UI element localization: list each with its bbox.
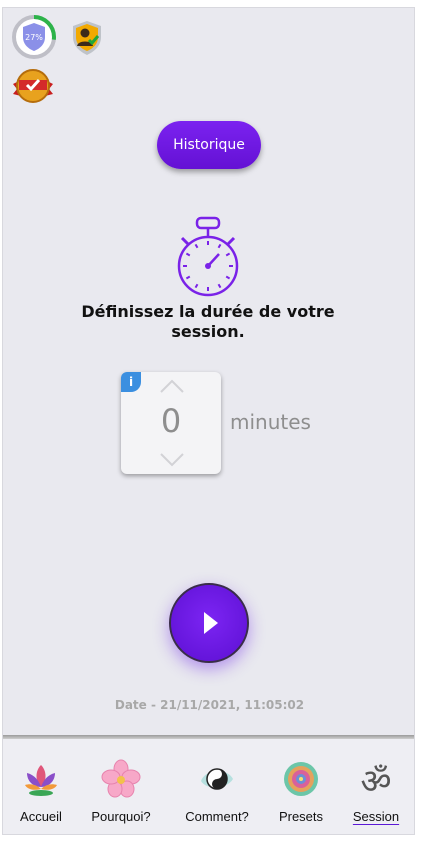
svg-text:ॐ: ॐ: [360, 762, 391, 799]
nav-item-accueil[interactable]: Accueil: [1, 753, 81, 824]
chevron-down-icon[interactable]: [159, 452, 185, 468]
lotus-icon: [25, 765, 57, 796]
stopwatch-icon: [175, 216, 241, 300]
mandala-icon: [284, 762, 318, 796]
duration-picker[interactable]: i 0: [121, 372, 221, 474]
duration-unit: minutes: [230, 410, 311, 434]
session-date: Date - 21/11/2021, 11:05:02: [114, 698, 305, 712]
duration-prompt: Définissez la durée de votre session.: [81, 302, 335, 341]
nav-item-comment[interactable]: Comment?: [177, 753, 257, 824]
flower-icon: [101, 759, 141, 798]
nav-item-pourquoi[interactable]: Pourquoi?: [81, 753, 161, 824]
start-session-button[interactable]: [169, 583, 249, 663]
nav-label: Presets: [278, 809, 324, 824]
nav-label: Session: [352, 809, 400, 824]
bottom-navigation: Accueil Pourquoi? Comment? Presets ॐ Ses…: [3, 739, 414, 834]
user-check-badge-icon: [73, 21, 101, 55]
shield-progress-icon: 27%: [12, 15, 56, 59]
info-icon[interactable]: i: [121, 372, 141, 392]
yin-yang-icon: [201, 768, 233, 790]
play-icon: [204, 612, 218, 634]
nav-label: Accueil: [20, 809, 62, 824]
user-badge[interactable]: [71, 20, 103, 56]
progress-text: 27%: [25, 33, 43, 42]
app-frame: 27% Historique Définissez la durée de vo…: [2, 7, 415, 835]
duration-value[interactable]: 0: [121, 402, 221, 440]
nav-item-session[interactable]: ॐ Session: [336, 753, 416, 824]
nav-label: Pourquoi?: [91, 809, 151, 824]
award-ribbon-icon: [13, 69, 53, 103]
nav-label: Comment?: [185, 809, 249, 824]
chevron-up-icon[interactable]: [159, 378, 185, 394]
nav-item-presets[interactable]: Presets: [261, 753, 341, 824]
history-button[interactable]: Historique: [157, 121, 261, 169]
progress-shield-badge[interactable]: 27%: [11, 14, 57, 60]
om-icon: ॐ: [360, 762, 391, 799]
award-badge[interactable]: [11, 66, 55, 106]
